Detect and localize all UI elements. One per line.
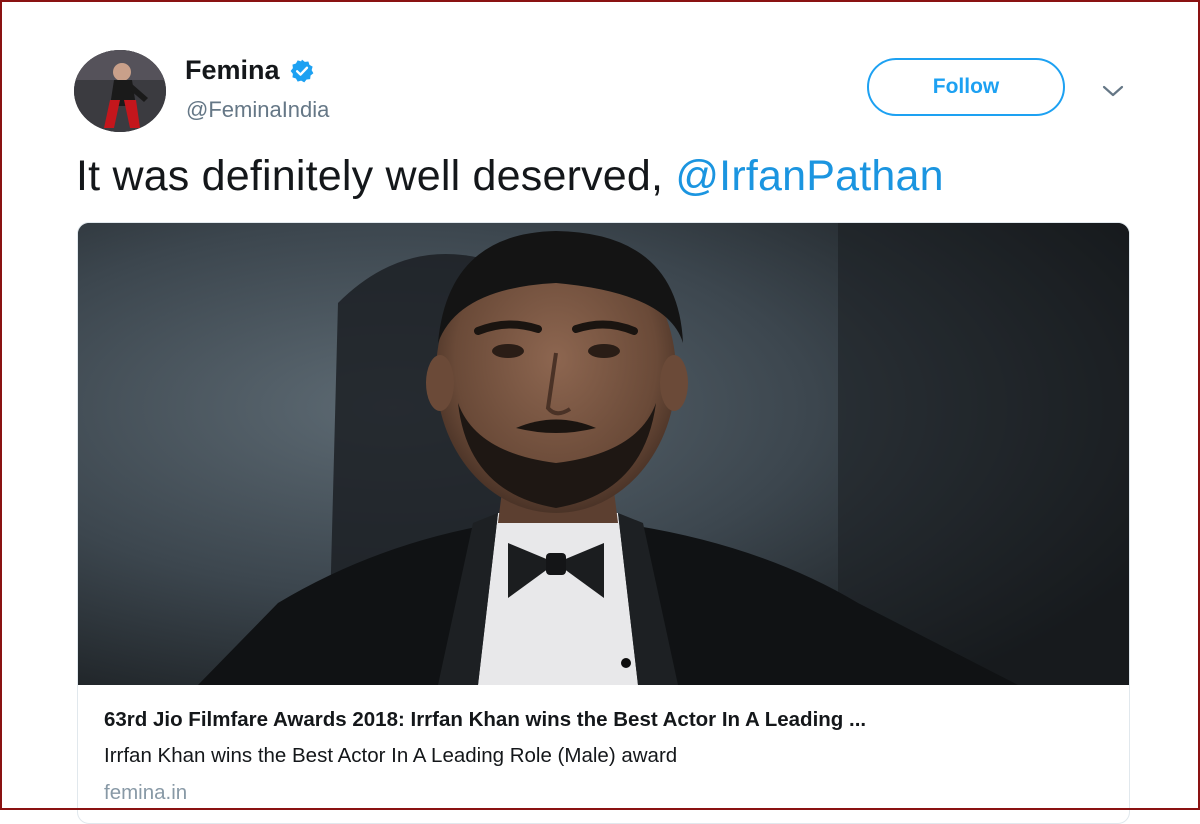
verified-badge-icon: [290, 59, 313, 82]
author-name-row: Femina: [185, 55, 315, 86]
tweet: Femina @FeminaIndia Follow It was defini…: [0, 0, 1200, 824]
tweet-text-body: It was definitely well deserved,: [76, 152, 676, 200]
card-title: 63rd Jio Filmfare Awards 2018: Irrfan Kh…: [104, 708, 867, 731]
link-card[interactable]: 63rd Jio Filmfare Awards 2018: Irrfan Kh…: [77, 222, 1130, 824]
card-image: [78, 223, 1129, 685]
avatar[interactable]: [74, 50, 166, 132]
chevron-down-icon[interactable]: [1100, 78, 1126, 104]
mention-link[interactable]: @IrfanPathan: [675, 152, 943, 200]
profile-photo-icon: [74, 50, 166, 132]
author-handle[interactable]: @FeminaIndia: [186, 97, 329, 123]
card-description: Irrfan Khan wins the Best Actor In A Lea…: [104, 744, 678, 767]
display-name[interactable]: Femina: [185, 55, 280, 86]
tweet-text: It was definitely well deserved, @IrfanP…: [76, 152, 944, 201]
portrait-photo: [78, 223, 1129, 685]
follow-button[interactable]: Follow: [867, 58, 1065, 116]
card-domain: femina.in: [104, 781, 188, 804]
